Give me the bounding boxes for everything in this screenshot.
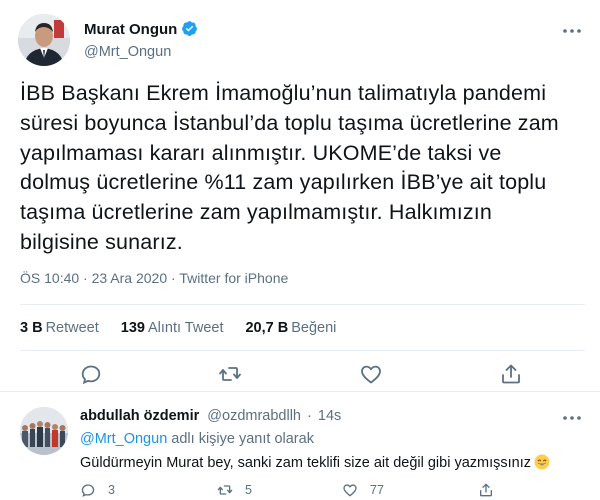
reply-time[interactable]: 14s bbox=[318, 408, 341, 424]
grinning-face-emoji bbox=[534, 454, 550, 470]
tweet-actions bbox=[0, 362, 600, 386]
replying-to: @Mrt_Ongun adlı kişiye yanıt olarak bbox=[80, 431, 314, 447]
likes-count: 20,7 B bbox=[245, 320, 289, 336]
reply-retweet-action[interactable]: 5 bbox=[217, 481, 252, 499]
retweet-icon bbox=[217, 485, 233, 495]
share-icon[interactable] bbox=[499, 362, 523, 386]
quotes-count: 139 bbox=[120, 320, 145, 336]
reply-author-name[interactable]: abdullah özdemir bbox=[80, 408, 199, 424]
tweet-text: İBB Başkanı Ekrem İmamoğlu’nun talimatıy… bbox=[20, 81, 559, 254]
meta-separator: · bbox=[83, 270, 88, 286]
reply-tweet[interactable]: abdullah özdemir @ozdmrabdllh · 14s @Mrt… bbox=[0, 393, 600, 500]
tweet-stats: 3 B Retweet 139 Alıntı Tweet 20,7 B Beğeni bbox=[20, 320, 336, 336]
quotes-label: Alıntı Tweet bbox=[147, 320, 224, 336]
divider bbox=[20, 350, 585, 351]
retweets-label: Retweet bbox=[45, 320, 99, 336]
reply-icon[interactable] bbox=[79, 362, 103, 386]
replying-to-suffix: adlı kişiye yanıt olarak bbox=[171, 431, 314, 447]
reply-header: abdullah özdemir @ozdmrabdllh · 14s bbox=[80, 408, 341, 424]
reply-separator: · bbox=[307, 408, 312, 424]
more-dots-icon[interactable] bbox=[558, 22, 586, 40]
likes-label: Beğeni bbox=[291, 320, 337, 336]
author-avatar[interactable] bbox=[18, 14, 70, 66]
heart-icon bbox=[343, 484, 357, 497]
tweet-source[interactable]: Twitter for iPhone bbox=[179, 270, 288, 286]
reply-author-avatar[interactable] bbox=[20, 407, 68, 455]
reply-author-handle[interactable]: @ozdmrabdllh bbox=[207, 408, 301, 424]
reply-retweet-count: 5 bbox=[245, 483, 252, 497]
tweet-time[interactable]: ÖS 10:40 bbox=[20, 270, 79, 286]
main-tweet: Murat Ongun @Mrt_Ongun İBB Başkanı Ekrem… bbox=[0, 0, 600, 392]
reply-text-content: Güldürmeyin Murat bey, sanki zam teklifi… bbox=[80, 455, 532, 471]
reply-text: Güldürmeyin Murat bey, sanki zam teklifi… bbox=[80, 454, 550, 471]
divider bbox=[20, 304, 585, 305]
author-name[interactable]: Murat Ongun bbox=[84, 20, 198, 38]
retweets-stat[interactable]: 3 B Retweet bbox=[20, 320, 99, 336]
tweet-date[interactable]: 23 Ara 2020 bbox=[92, 270, 168, 286]
retweet-icon[interactable] bbox=[218, 362, 242, 386]
meta-separator: · bbox=[171, 270, 176, 286]
tweet-meta: ÖS 10:40 · 23 Ara 2020 · Twitter for iPh… bbox=[20, 270, 288, 286]
author-handle[interactable]: @Mrt_Ongun bbox=[84, 44, 171, 60]
author-name-text: Murat Ongun bbox=[84, 21, 178, 38]
share-icon bbox=[480, 483, 492, 497]
reply-like-action[interactable]: 77 bbox=[342, 481, 384, 499]
heart-icon[interactable] bbox=[359, 362, 383, 386]
quotes-stat[interactable]: 139 Alıntı Tweet bbox=[121, 320, 224, 336]
reply-reply-count: 3 bbox=[108, 483, 115, 497]
reply-more-dots-icon[interactable] bbox=[558, 411, 586, 425]
reply-actions: 3 5 77 bbox=[80, 481, 580, 499]
reply-share-action[interactable] bbox=[478, 481, 506, 499]
likes-stat[interactable]: 20,7 B Beğeni bbox=[245, 320, 336, 336]
retweets-count: 3 B bbox=[20, 320, 43, 336]
verified-badge-icon bbox=[182, 21, 198, 36]
reply-like-count: 77 bbox=[370, 483, 384, 497]
replying-to-mention[interactable]: @Mrt_Ongun bbox=[80, 431, 167, 447]
reply-reply-action[interactable]: 3 bbox=[80, 481, 115, 499]
reply-icon bbox=[81, 484, 95, 497]
